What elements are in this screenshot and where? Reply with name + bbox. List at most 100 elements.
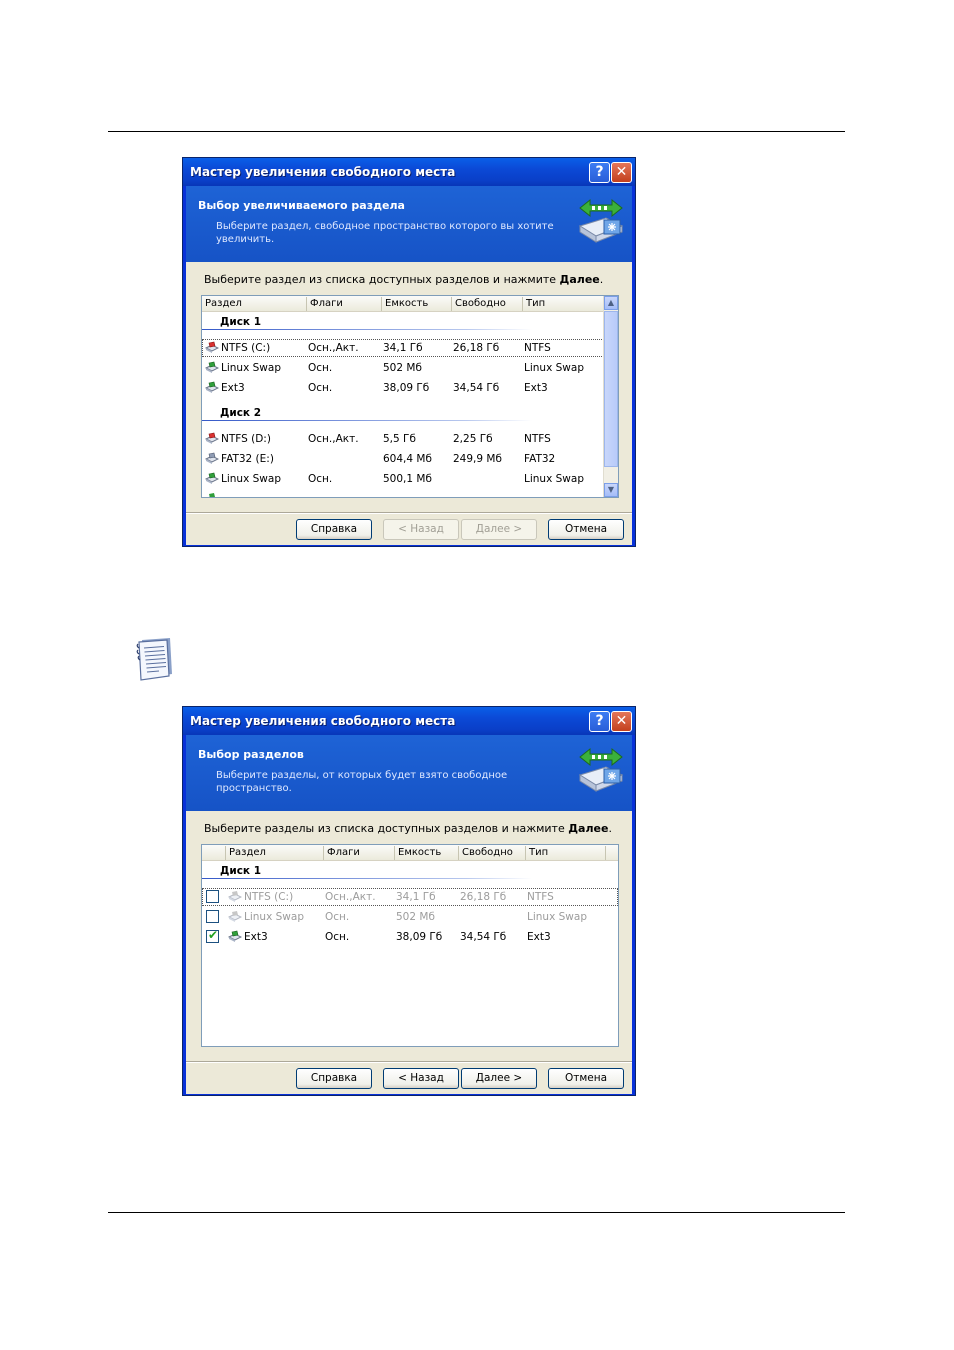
partition-type: Linux Swap (527, 911, 587, 923)
list-item[interactable]: Ext3 Осн. 38,09 Гб 34,54 Гб Ext3 (202, 379, 618, 397)
list-item-partial[interactable] (202, 490, 618, 497)
linux-partition-icon (205, 381, 219, 393)
ntfs-partition-icon (205, 341, 219, 353)
close-button[interactable]: ✕ (611, 162, 632, 183)
partition-capacity: 38,09 Гб (383, 382, 430, 394)
partition-flags: Осн. (325, 931, 350, 943)
help-button[interactable]: Справка (296, 519, 372, 540)
partition-free: 34,54 Гб (460, 931, 507, 943)
back-button[interactable]: < Назад (383, 519, 459, 540)
next-button[interactable]: Далее > (461, 519, 537, 540)
column-header-capacity[interactable]: Емкость (382, 297, 452, 311)
vertical-scrollbar[interactable]: ▲ ▼ (603, 296, 618, 497)
list-header: Раздел Флаги Емкость Свободно Тип (202, 845, 618, 861)
cancel-button[interactable]: Отмена (548, 1068, 624, 1089)
wizard-dialog-select-partitions: Мастер увеличения свободного места ? ✕ В… (182, 706, 636, 1096)
column-header-type[interactable]: Тип (523, 297, 605, 311)
partition-name: FAT32 (E:) (221, 453, 274, 465)
partition-type: NTFS (524, 433, 551, 445)
column-header-partition[interactable]: Раздел (226, 846, 324, 860)
wizard-header: Выбор разделов Выберите разделы, от кото… (186, 735, 632, 811)
footer-divider (186, 512, 632, 514)
partition-type: FAT32 (524, 453, 556, 465)
partition-checkbox[interactable] (206, 910, 219, 923)
partition-type: NTFS (527, 891, 554, 903)
partition-name: NTFS (D:) (221, 433, 271, 445)
bottom-rule (108, 1212, 845, 1213)
list-header: Раздел Флаги Емкость Свободно Тип (202, 296, 618, 312)
disk-expand-icon (578, 198, 624, 243)
linux-partition-icon (205, 472, 219, 484)
column-header-check (202, 846, 226, 860)
list-item[interactable]: NTFS (C:) Осн.,Акт. 34,1 Гб 26,18 Гб NTF… (202, 888, 618, 906)
list-item[interactable]: Ext3 Осн. 38,09 Гб 34,54 Гб Ext3 (202, 928, 618, 946)
help-button[interactable]: ? (589, 711, 610, 732)
disk-group-label: Диск 2 (220, 407, 262, 419)
column-header-partition[interactable]: Раздел (202, 297, 307, 311)
help-button[interactable]: ? (589, 162, 610, 183)
partition-name: Linux Swap (221, 362, 281, 374)
partition-capacity: 38,09 Гб (396, 931, 443, 943)
partition-free: 249,9 Мб (453, 453, 502, 465)
column-header-flags[interactable]: Флаги (307, 297, 382, 311)
partition-capacity: 502 Мб (396, 911, 435, 923)
wizard-content: Выберите разделы из списка доступных раз… (186, 811, 632, 1094)
disk-expand-icon (578, 747, 624, 792)
linux-partition-icon (228, 930, 242, 942)
partition-type: Linux Swap (524, 362, 584, 374)
partition-free: 26,18 Гб (453, 342, 500, 354)
partition-capacity: 502 Мб (383, 362, 422, 374)
partition-free: 2,25 Гб (453, 433, 493, 445)
partition-name: Linux Swap (244, 911, 304, 923)
scroll-thumb[interactable] (604, 311, 618, 467)
partition-name: Ext3 (244, 931, 268, 943)
list-item[interactable]: NTFS (C:) Осн.,Акт. 34,1 Гб 26,18 Гб NTF… (202, 339, 618, 357)
partition-flags: Осн. (308, 473, 333, 485)
ntfs-partition-icon (228, 891, 242, 902)
scroll-up-arrow-icon[interactable]: ▲ (604, 296, 618, 310)
top-rule (108, 131, 845, 132)
list-item[interactable]: FAT32 (E:) 604,4 Мб 249,9 Мб FAT32 (202, 450, 618, 468)
wizard-content: Выберите раздел из списка доступных разд… (186, 262, 632, 545)
wizard-dialog-select-partition: Мастер увеличения свободного места ? ✕ В… (182, 157, 636, 547)
partition-flags: Осн. (308, 362, 333, 374)
partition-flags: Осн.,Акт. (308, 342, 359, 354)
partition-checklist[interactable]: Раздел Флаги Емкость Свободно Тип Диск 1… (201, 844, 619, 1047)
list-item[interactable]: Linux Swap Осн. 502 Мб Linux Swap (202, 359, 618, 377)
partition-name: NTFS (C:) (244, 891, 294, 903)
back-button[interactable]: < Назад (383, 1068, 459, 1089)
partition-name: Linux Swap (221, 473, 281, 485)
column-header-capacity[interactable]: Емкость (395, 846, 459, 860)
list-item[interactable]: NTFS (D:) Осн.,Акт. 5,5 Гб 2,25 Гб NTFS (202, 430, 618, 448)
partition-list[interactable]: Раздел Флаги Емкость Свободно Тип Диск 1… (201, 295, 619, 498)
title-bar[interactable]: Мастер увеличения свободного места ? ✕ (183, 158, 635, 186)
footer-divider (186, 1061, 632, 1063)
step-description: Выберите раздел, свободное пространство … (216, 221, 554, 245)
title-bar[interactable]: Мастер увеличения свободного места ? ✕ (183, 707, 635, 735)
scroll-down-arrow-icon[interactable]: ▼ (604, 483, 618, 497)
help-button[interactable]: Справка (296, 1068, 372, 1089)
partition-type: NTFS (524, 342, 551, 354)
column-header-type[interactable]: Тип (526, 846, 606, 860)
step-title: Выбор увеличиваемого раздела (198, 199, 405, 212)
column-header-free[interactable]: Свободно (452, 297, 523, 311)
partition-checkbox[interactable] (206, 890, 219, 903)
list-item[interactable]: Linux Swap Осн. 502 Мб Linux Swap (202, 908, 618, 926)
instruction-text: Выберите раздел из списка доступных разд… (204, 273, 604, 286)
group-divider (202, 420, 532, 421)
list-item[interactable]: Linux Swap Осн. 500,1 Мб Linux Swap (202, 470, 618, 488)
partition-name: NTFS (C:) (221, 342, 271, 354)
disk-group-label: Диск 1 (220, 316, 262, 328)
partition-capacity: 34,1 Гб (383, 342, 423, 354)
partition-flags: Осн. (325, 911, 350, 923)
window-title: Мастер увеличения свободного места (190, 165, 456, 179)
partition-checkbox-checked[interactable] (206, 928, 219, 943)
cancel-button[interactable]: Отмена (548, 519, 624, 540)
column-header-free[interactable]: Свободно (459, 846, 526, 860)
next-button[interactable]: Далее > (461, 1068, 537, 1089)
linux-partition-icon (208, 493, 216, 497)
partition-free: 34,54 Гб (453, 382, 500, 394)
close-button[interactable]: ✕ (611, 711, 632, 732)
partition-flags: Осн. (308, 382, 333, 394)
column-header-flags[interactable]: Флаги (324, 846, 395, 860)
